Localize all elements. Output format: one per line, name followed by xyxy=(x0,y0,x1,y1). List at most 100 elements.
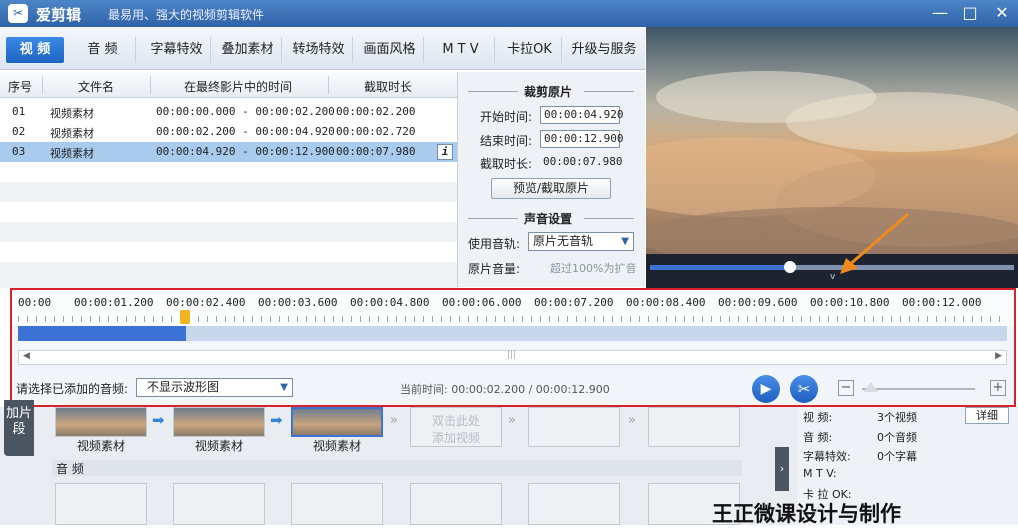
table-row-selected[interactable]: 03 视频素材 00:00:04.920 - 00:00:12.900 00:0… xyxy=(0,142,457,162)
divider xyxy=(468,218,518,219)
row-time: 00:00:00.000 - 00:00:02.200 xyxy=(156,105,335,118)
audio-waveform-value: 不显示波形图 xyxy=(147,380,220,394)
col-time[interactable]: 在最终影片中的时间 xyxy=(184,78,292,95)
audio-select-label: 请选择已添加的音频: xyxy=(16,382,129,396)
watermark-text: 王正微课设计与制作 xyxy=(712,502,901,526)
col-duration[interactable]: 截取时长 xyxy=(364,78,412,95)
empty-row xyxy=(0,262,457,288)
empty-row xyxy=(0,182,457,202)
start-time-input[interactable]: 00:00:04.920 xyxy=(540,106,623,124)
transition-icon[interactable]: » xyxy=(390,413,398,428)
video-count-label: 视 频: xyxy=(803,411,833,424)
chevron-down-icon: ▼ xyxy=(280,382,288,393)
end-time-input[interactable]: 00:00:12.900 xyxy=(540,130,623,148)
detail-button[interactable]: 详细 xyxy=(965,407,1009,424)
mtv-label: M T V: xyxy=(803,467,837,480)
tab-upgrade[interactable]: 升级与服务 xyxy=(565,37,643,63)
tab-transition[interactable]: 转场特效 xyxy=(285,37,353,63)
timeline-track[interactable] xyxy=(18,326,1007,341)
preview-trim-button[interactable]: 预览/截取原片 xyxy=(491,178,611,199)
transition-icon[interactable]: » xyxy=(508,413,516,428)
preview-frame xyxy=(646,27,1018,254)
tab-karaoke[interactable]: 卡拉OK xyxy=(498,37,562,63)
scroll-right-icon[interactable]: ▶ xyxy=(995,351,1002,361)
close-icon[interactable]: ✕ xyxy=(988,2,1016,24)
subtitle-count-value: 0个字幕 xyxy=(877,450,917,463)
tab-mtv[interactable]: M T V xyxy=(427,37,495,63)
duration-label: 截取时长: xyxy=(480,157,533,171)
add-video-slot[interactable]: 双击此处 添加视频 xyxy=(410,407,502,447)
ruler-tick-label: 00:00:02.400 xyxy=(166,296,246,309)
scroll-left-icon[interactable]: ◀ xyxy=(23,351,30,361)
info-icon[interactable]: i xyxy=(437,144,453,160)
tab-style[interactable]: 画面风格 xyxy=(356,37,424,63)
maximize-icon[interactable]: □ xyxy=(956,2,984,24)
chevron-right-icon[interactable]: › xyxy=(775,447,789,491)
divider xyxy=(584,91,634,92)
scissors-icon[interactable]: ✂ xyxy=(790,375,818,403)
video-preview[interactable] xyxy=(646,27,1018,254)
start-time-label: 开始时间: xyxy=(480,110,533,124)
clip-thumbnail[interactable] xyxy=(55,407,147,437)
clip-thumbnail[interactable] xyxy=(173,407,265,437)
ruler-tick-label: 00:00:10.800 xyxy=(810,296,890,309)
col-index[interactable]: 序号 xyxy=(8,78,32,95)
row-name: 视频素材 xyxy=(50,127,94,140)
tab-overlay[interactable]: 叠加素材 xyxy=(214,37,282,63)
scroll-grip-icon[interactable]: ||| xyxy=(507,350,516,360)
col-divider xyxy=(150,76,151,94)
clip-thumbnail-selected[interactable] xyxy=(291,407,383,437)
tab-subtitle-effects[interactable]: 字幕特效 xyxy=(143,37,211,63)
col-filename[interactable]: 文件名 xyxy=(78,78,114,95)
audio-slot[interactable] xyxy=(173,483,265,525)
table-row[interactable]: 01 视频素材 00:00:00.000 - 00:00:02.200 00:0… xyxy=(0,102,457,122)
ruler-tick-label: 00:00:04.800 xyxy=(350,296,430,309)
playhead-marker[interactable] xyxy=(180,310,190,324)
empty-slot[interactable] xyxy=(648,407,740,447)
row-duration: 00:00:02.200 xyxy=(336,105,416,118)
audio-slot[interactable] xyxy=(291,483,383,525)
tab-video[interactable]: 视 频 xyxy=(6,37,64,63)
clip-label: 视频素材 xyxy=(76,439,125,453)
minimize-icon[interactable]: — xyxy=(926,2,954,24)
audio-slot[interactable] xyxy=(528,483,620,525)
chevron-down-icon: ▼ xyxy=(621,236,629,247)
time-ruler[interactable]: 00:00 00:00:01.200 00:00:02.400 00:00:03… xyxy=(12,290,1014,326)
timeline-progress xyxy=(18,326,187,341)
timeline-controls: 请选择已添加的音频: 不显示波形图 ▼ 当前时间: 00:00:02.200 /… xyxy=(12,374,1014,405)
audio-slot[interactable] xyxy=(55,483,147,525)
app-logo-icon: ✂ xyxy=(8,4,28,23)
transition-icon[interactable]: » xyxy=(628,413,636,428)
title-bar: ✂ 爱剪辑 最易用、强大的视频剪辑软件 — □ ✕ xyxy=(0,0,1018,27)
row-index: 01 xyxy=(12,105,26,118)
duration-value: 00:00:07.980 xyxy=(543,155,623,168)
ruler-tick-label: 00:00:01.200 xyxy=(74,296,154,309)
audio-waveform-select[interactable]: 不显示波形图 ▼ xyxy=(136,378,293,397)
row-duration: 00:00:02.720 xyxy=(336,125,416,138)
audio-count-value: 0个音频 xyxy=(877,431,917,444)
table-row[interactable]: 02 视频素材 00:00:02.200 - 00:00:04.920 00:0… xyxy=(0,122,457,142)
audio-count-label: 音 频: xyxy=(803,431,833,444)
audio-track-value: 原片无音轨 xyxy=(533,234,594,248)
zoom-slider-handle[interactable] xyxy=(864,382,878,392)
arrow-right-icon: ➡ xyxy=(152,411,165,429)
clip-label: 视频素材 xyxy=(312,439,361,453)
added-clips-side-tab[interactable]: 加片段 xyxy=(4,400,34,456)
zoom-in-icon[interactable]: + xyxy=(990,380,1006,396)
zoom-out-icon[interactable]: − xyxy=(838,380,854,396)
audio-slot[interactable] xyxy=(410,483,502,525)
arrow-right-icon: ➡ xyxy=(270,411,283,429)
timeline-scrollbar[interactable]: ◀ ||| ▶ xyxy=(18,350,1007,365)
chevron-down-icon[interactable]: v xyxy=(830,272,835,282)
video-count-value: 3个视频 xyxy=(877,411,917,424)
tab-audio[interactable]: 音 频 xyxy=(70,37,136,63)
play-icon[interactable]: ▶ xyxy=(752,375,780,403)
empty-slot[interactable] xyxy=(528,407,620,447)
audio-track-select[interactable]: 原片无音轨 ▼ xyxy=(528,232,634,251)
ruler-tick-label: 00:00:09.600 xyxy=(718,296,798,309)
ruler-tick-label: 00:00:03.600 xyxy=(258,296,338,309)
clip-settings-panel: 裁剪原片 开始时间: 00:00:04.920 结束时间: 00:00:12.9… xyxy=(457,72,645,287)
zoom-slider[interactable] xyxy=(862,388,975,390)
seek-handle[interactable] xyxy=(784,261,796,273)
volume-label: 原片音量: xyxy=(468,262,521,276)
